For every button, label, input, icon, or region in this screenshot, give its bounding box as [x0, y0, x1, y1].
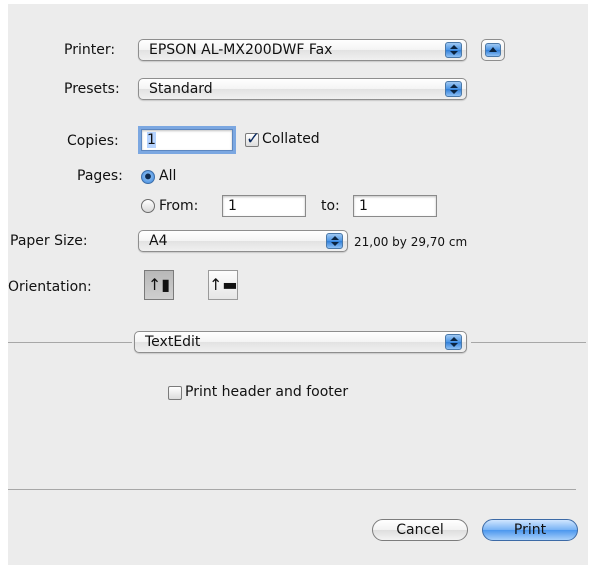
- pages-to-label: to:: [321, 198, 340, 214]
- print-dialog: Printer: EPSON AL-MX200DWF Fax Presets: …: [8, 4, 588, 565]
- print-button[interactable]: Print: [482, 519, 578, 541]
- cancel-button-label: Cancel: [396, 522, 444, 538]
- pages-from-label: From:: [159, 198, 199, 214]
- app-section-popup[interactable]: TextEdit: [134, 331, 467, 353]
- orientation-label: Orientation:: [8, 279, 92, 295]
- print-header-footer-checkbox[interactable]: [168, 386, 182, 400]
- printer-label: Printer:: [64, 42, 116, 58]
- popup-arrows-icon: [445, 334, 462, 350]
- landscape-icon: ↑▬: [209, 275, 238, 294]
- print-header-footer-label: Print header and footer: [185, 384, 349, 400]
- popup-arrows-icon: [445, 42, 462, 58]
- bottom-separator: [8, 489, 576, 490]
- popup-arrows-icon: [445, 81, 462, 97]
- presets-popup[interactable]: Standard: [138, 78, 467, 100]
- printer-value: EPSON AL-MX200DWF Fax: [149, 42, 333, 58]
- presets-value: Standard: [149, 81, 213, 97]
- print-button-label: Print: [513, 522, 547, 538]
- collated-label: Collated: [262, 131, 320, 147]
- portrait-icon: ↑▮: [147, 275, 171, 294]
- paper-dimensions: 21,00 by 29,70 cm: [354, 235, 468, 249]
- pages-from-radio[interactable]: [141, 199, 155, 213]
- pages-to-value: 1: [359, 198, 368, 214]
- printer-popup[interactable]: EPSON AL-MX200DWF Fax: [138, 39, 467, 61]
- paper-size-value: A4: [149, 233, 168, 249]
- pages-to-field[interactable]: 1: [353, 195, 437, 217]
- landscape-orientation-button[interactable]: ↑▬: [208, 270, 238, 300]
- popup-arrows-icon: [326, 233, 343, 249]
- collated-checkbox[interactable]: [245, 129, 260, 149]
- pages-all-radio[interactable]: [141, 170, 155, 184]
- pages-label: Pages:: [77, 168, 123, 184]
- copies-label: Copies:: [67, 133, 119, 149]
- pages-from-field[interactable]: 1: [222, 195, 306, 217]
- cancel-button[interactable]: Cancel: [372, 519, 468, 541]
- app-section-value: TextEdit: [145, 334, 201, 350]
- section-separator-right: [471, 342, 586, 343]
- copies-value: 1: [147, 132, 156, 148]
- disclosure-button[interactable]: [481, 39, 505, 61]
- presets-label: Presets:: [64, 81, 120, 97]
- pages-all-label: All: [159, 168, 177, 184]
- portrait-orientation-button[interactable]: ↑▮: [144, 270, 174, 300]
- copies-field[interactable]: 1: [141, 129, 233, 151]
- paper-size-label: Paper Size:: [10, 233, 88, 249]
- disclosure-triangle-icon: [485, 43, 501, 57]
- paper-size-popup[interactable]: A4: [138, 230, 348, 252]
- section-separator-left: [8, 342, 132, 343]
- pages-from-value: 1: [228, 198, 237, 214]
